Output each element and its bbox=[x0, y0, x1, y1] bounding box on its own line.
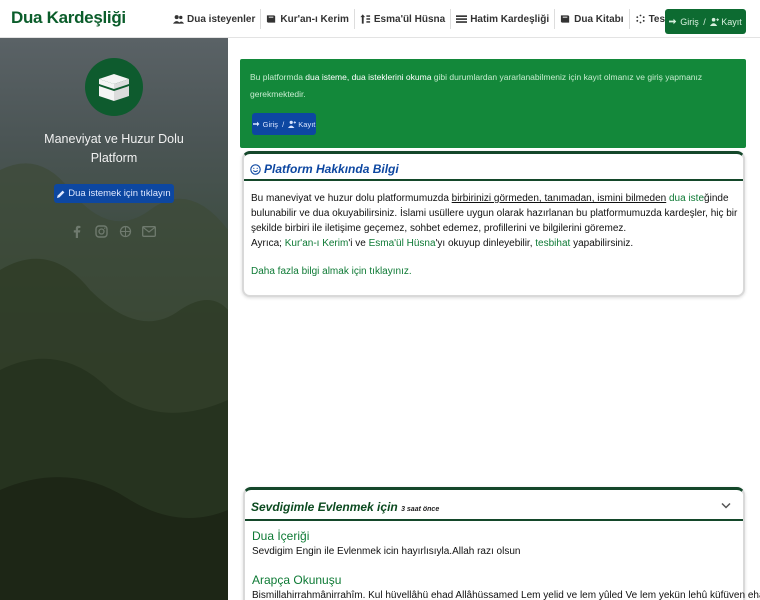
separator: / bbox=[700, 16, 709, 27]
facebook-icon[interactable] bbox=[70, 224, 84, 238]
platform-info-card: Platform Hakkında Bilgi Bu maneviyat ve … bbox=[242, 151, 745, 297]
dua-card: Sevdigimle Evlenmek için 3 saat önce Dua… bbox=[243, 487, 760, 600]
nav-item-hatim[interactable]: Hatim Kardeşliği bbox=[450, 9, 554, 29]
text: 'yı okuyup dinleyebilir, bbox=[435, 238, 536, 249]
alert-highlight: dua isteme, dua isteklerini okuma bbox=[305, 72, 432, 82]
web-icon[interactable] bbox=[118, 224, 132, 238]
dua-iste-link[interactable]: dua iste bbox=[669, 193, 704, 204]
request-dua-button[interactable]: Dua istemek için tıklayın bbox=[54, 184, 174, 203]
dua-title: Sevdigimle Evlenmek için 3 saat önce bbox=[251, 500, 439, 514]
user-plus-icon bbox=[288, 120, 297, 128]
alert-text-part: Bu platformda bbox=[250, 72, 306, 82]
nav-item-label: Dua Kitabı bbox=[574, 13, 624, 25]
more-info-link[interactable]: Daha fazla bilgi almak için tıklayınız. bbox=[251, 264, 741, 279]
text: 'i ve bbox=[348, 238, 369, 249]
arabic-reading-text: Bismillahirrahmânirrahîm. Kul hüvellâhü … bbox=[252, 590, 760, 600]
sort-icon bbox=[360, 14, 370, 24]
register-label: Kayıt bbox=[721, 16, 742, 27]
sign-in-icon bbox=[669, 18, 677, 25]
text: yapabilirsiniz. bbox=[570, 238, 634, 249]
user-plus-icon bbox=[710, 17, 720, 26]
sidebar-title: Maneviyat ve Huzur Dolu Platform bbox=[0, 130, 228, 168]
request-dua-label: Dua istemek için tıklayın bbox=[68, 188, 171, 199]
nav-item-dua-kitabi[interactable]: Dua Kitabı bbox=[554, 9, 628, 29]
spinner-icon bbox=[635, 14, 645, 24]
underlined-text: birbirinizi görmeden, tanımadan, ismini … bbox=[451, 193, 667, 204]
alert-login-register-button[interactable]: Giriş / Kayıt bbox=[252, 113, 316, 135]
list-icon bbox=[456, 15, 468, 23]
text: Bu maneviyat ve huzur dolu platformumuzd… bbox=[251, 193, 452, 204]
login-label: Giriş bbox=[680, 16, 699, 27]
card-title-text: Platform Hakkında Bilgi bbox=[264, 162, 399, 176]
users-icon bbox=[173, 15, 184, 24]
register-label: Kayıt bbox=[298, 119, 316, 129]
mountain-background bbox=[0, 163, 228, 600]
nav-item-dua-isteyenler[interactable]: Dua isteyenler bbox=[168, 9, 260, 29]
text: Ayrıca; bbox=[251, 238, 285, 249]
sidebar: Maneviyat ve Huzur Dolu Platform Dua ist… bbox=[0, 38, 228, 600]
nav-menu: Dua isteyenler Kur'an-ı Kerim Esma'ül Hü… bbox=[168, 0, 694, 38]
nav-item-label: Kur'an-ı Kerim bbox=[280, 13, 349, 25]
smile-icon bbox=[250, 163, 261, 175]
kaaba-icon bbox=[99, 74, 129, 101]
kuran-link[interactable]: Kur'an-ı Kerim bbox=[285, 238, 349, 249]
alert-text: Bu platformda dua isteme, dua isteklerin… bbox=[250, 69, 730, 103]
dua-content-text: Sevdigim Engin ile Evlenmek icin hayırlı… bbox=[252, 546, 521, 557]
dua-time: 3 saat önce bbox=[401, 506, 440, 513]
sign-in-icon bbox=[252, 121, 260, 127]
login-required-alert: Bu platformda dua isteme, dua isteklerin… bbox=[240, 59, 746, 148]
sidebar-title-line: Maneviyat ve Huzur Dolu bbox=[44, 132, 184, 146]
card-title: Platform Hakkında Bilgi bbox=[250, 162, 399, 176]
book-icon bbox=[267, 15, 276, 23]
navbar: Dua Kardeşliği Dua isteyenler Kur'an-ı K… bbox=[0, 0, 760, 38]
sidebar-title-line: Platform bbox=[90, 151, 138, 165]
mail-icon[interactable] bbox=[142, 224, 156, 238]
info-paragraph-2: Ayrıca; Kur'an-ı Kerim'i ve Esma'ül Hüsn… bbox=[251, 236, 741, 251]
chevron-down-icon[interactable] bbox=[721, 502, 731, 510]
card-header: Platform Hakkında Bilgi bbox=[244, 154, 743, 181]
nav-item-label: Dua isteyenler bbox=[187, 13, 256, 25]
book-icon bbox=[561, 15, 570, 23]
nav-item-label: Hatim Kardeşliği bbox=[470, 13, 550, 25]
dua-content-heading: Dua İçeriği bbox=[252, 529, 310, 543]
card-body: Bu maneviyat ve huzur dolu platformumuzd… bbox=[251, 191, 741, 279]
pencil-icon bbox=[57, 190, 65, 198]
instagram-icon[interactable] bbox=[94, 224, 108, 238]
arabic-reading-heading: Arapça Okunuşu bbox=[252, 573, 342, 587]
login-register-button[interactable]: Giriş / Kayıt bbox=[665, 9, 746, 34]
nav-item-kuran[interactable]: Kur'an-ı Kerim bbox=[260, 9, 354, 29]
separator: / bbox=[280, 119, 287, 129]
esmaul-husna-link[interactable]: Esma'ül Hüsna bbox=[369, 238, 436, 249]
social-links bbox=[70, 224, 156, 238]
kaaba-logo[interactable] bbox=[85, 58, 143, 116]
login-label: Giriş bbox=[262, 119, 279, 129]
tesbihat-link[interactable]: tesbihat bbox=[535, 238, 570, 249]
nav-item-esmaul-husna[interactable]: Esma'ül Hüsna bbox=[353, 9, 450, 29]
card-header[interactable]: Sevdigimle Evlenmek için 3 saat önce bbox=[245, 490, 743, 521]
nav-item-label: Esma'ül Hüsna bbox=[373, 13, 446, 25]
dua-title-text: Sevdigimle Evlenmek için bbox=[251, 500, 398, 514]
info-paragraph-1: Bu maneviyat ve huzur dolu platformumuzd… bbox=[251, 191, 741, 236]
brand-logo[interactable]: Dua Kardeşliği bbox=[11, 8, 126, 28]
